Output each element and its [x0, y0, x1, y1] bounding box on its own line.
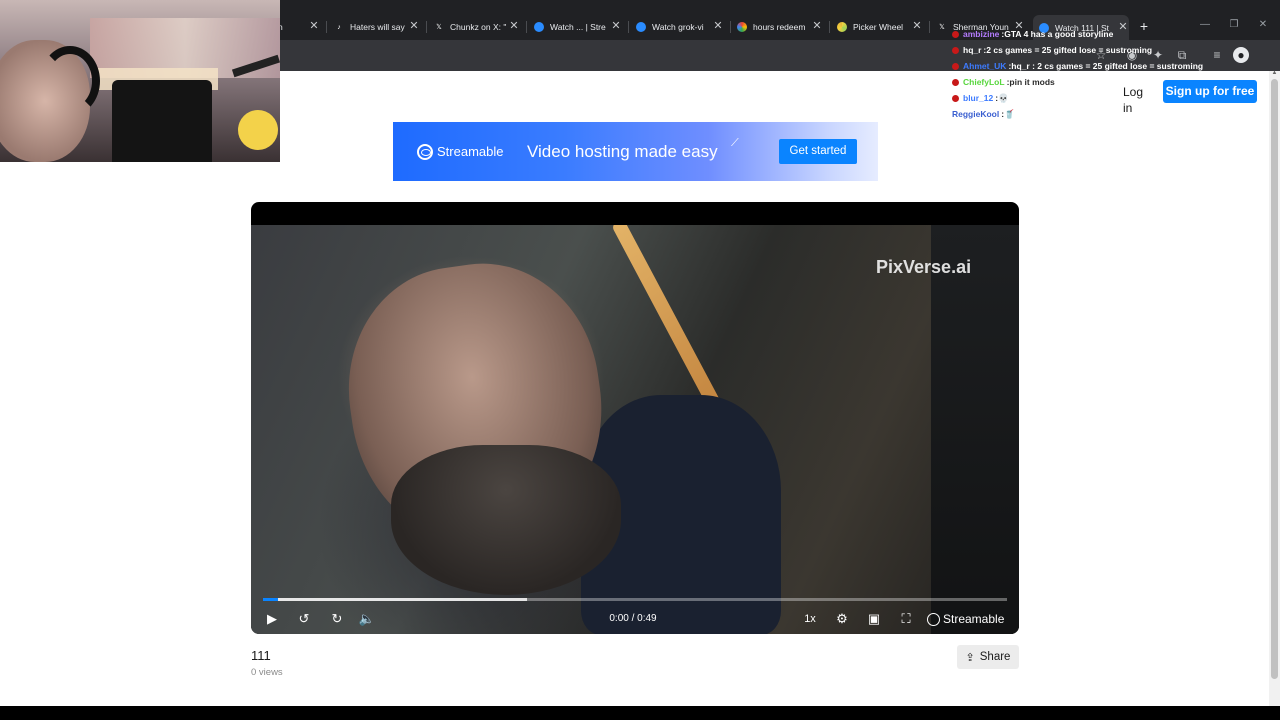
webcam-chair [112, 80, 212, 162]
colorful-icon [737, 22, 747, 32]
streamable-icon [636, 22, 646, 32]
profile-avatar-icon[interactable]: ● [1233, 47, 1249, 63]
chat-user: ReggieKool [952, 109, 1000, 119]
chat-user: blur_12 [963, 93, 994, 103]
player-brand-link[interactable]: Streamable [927, 610, 1004, 628]
wheel-icon [837, 22, 847, 32]
chat-text: hq_r : 2 cs games = 25 gifted lose = sus… [1011, 61, 1204, 71]
chat-text: 💀 [998, 92, 1009, 103]
chat-user: ChiefyLoL [963, 77, 1005, 87]
tab-separator [628, 21, 629, 33]
webcam-overlay [0, 0, 280, 162]
chat-text: 🥤 [1004, 108, 1015, 119]
player-brand-text: Streamable [943, 612, 1005, 626]
chat-badge-icon [952, 94, 959, 102]
time-display: 0:00 / 0:49 [609, 613, 657, 624]
close-icon[interactable]: ✕ [508, 20, 520, 32]
maximize-icon[interactable]: ❐ [1227, 18, 1241, 32]
picture-in-picture-icon[interactable]: ▣ [865, 610, 883, 628]
chat-badge-icon [952, 78, 959, 86]
close-icon[interactable]: ✕ [712, 20, 724, 32]
video-player[interactable]: PixVerse.ai ▶ ↺ ↻ 🔈 0:00 / 0:49 1x ⚙ ▣ ⛶… [251, 202, 1019, 634]
scroll-up-arrow-icon[interactable]: ▲ [1271, 70, 1278, 76]
progress-bar[interactable] [263, 598, 1007, 601]
tab-separator [426, 21, 427, 33]
chat-message: Ahmet_UK : hq_r : 2 cs games = 25 gifted… [952, 59, 1203, 73]
close-icon[interactable]: ✕ [811, 20, 823, 32]
close-icon[interactable]: ✕ [408, 20, 420, 32]
close-icon[interactable]: ✕ [308, 20, 320, 32]
x-icon: 𝕏 [939, 24, 945, 31]
window-close-icon[interactable]: ✕ [1256, 18, 1270, 32]
promo-banner[interactable]: Streamable Video hosting made easy ⟋ Get… [393, 122, 878, 181]
volume-icon[interactable]: 🔈 [358, 610, 376, 628]
rewind-10-icon[interactable]: ↺ [295, 610, 313, 628]
webcam-headphones [40, 46, 100, 116]
browser-tab[interactable]: ♪ Haters will say ✕ [334, 16, 420, 38]
browser-tab[interactable]: Watch grok-vi ✕ [636, 16, 724, 38]
fullscreen-icon[interactable]: ⛶ [897, 610, 915, 628]
tab-separator [326, 21, 327, 33]
playback-speed-button[interactable]: 1x [803, 612, 817, 626]
streamable-logo-icon [417, 144, 433, 160]
get-started-button[interactable]: Get started [779, 139, 857, 164]
chat-message: hq_r : 2 cs games = 25 gifted lose = sus… [952, 43, 1152, 57]
chat-text: pin it mods [1009, 77, 1055, 87]
webcam-plush-toy [238, 110, 278, 150]
screen: n ✕ ♪ Haters will say ✕ 𝕏 Chunkz on X: "… [0, 0, 1280, 720]
banner-logo-text: Streamable [437, 144, 504, 159]
share-label: Share [979, 651, 1011, 663]
tab-separator [929, 21, 930, 33]
video-subject-beard [391, 445, 621, 595]
stream-chat-overlay: ambizine : GTA 4 has a good storyline hq… [952, 27, 1222, 122]
video-title: 111 [251, 648, 271, 663]
close-icon[interactable]: ✕ [911, 20, 923, 32]
sparkle-icon: ⟋ [731, 137, 739, 149]
banner-tagline: Video hosting made easy [527, 142, 718, 161]
x-icon: 𝕏 [436, 24, 442, 31]
tab-separator [526, 21, 527, 33]
video-background-panel [931, 225, 1019, 634]
progress-played [263, 598, 278, 601]
chat-message: ambizine : GTA 4 has a good storyline [952, 27, 1113, 41]
chat-badge-icon [952, 46, 959, 54]
close-icon[interactable]: ✕ [610, 20, 622, 32]
browser-tab[interactable]: hours redeem ✕ [737, 16, 823, 38]
share-button[interactable]: ⇪ Share [957, 645, 1019, 669]
chat-message: blur_12 : 💀 [952, 91, 1009, 105]
chat-message: ChiefyLoL : pin it mods [952, 75, 1055, 89]
chat-text: 2 cs games = 25 gifted lose = sustroming [986, 45, 1153, 55]
streamable-icon [534, 22, 544, 32]
progress-buffered [263, 598, 527, 601]
chat-user: hq_r [963, 45, 982, 55]
tiktok-icon: ♪ [337, 23, 341, 31]
tab-separator [730, 21, 731, 33]
chat-message: ReggieKool : 🥤 [952, 107, 1015, 121]
browser-tab[interactable]: n ✕ [278, 16, 320, 38]
video-views: 0 views [251, 667, 283, 678]
forward-10-icon[interactable]: ↻ [328, 610, 346, 628]
chat-badge-icon [952, 62, 959, 70]
browser-tab[interactable]: Picker Wheel ✕ [837, 16, 923, 38]
chat-text: GTA 4 has a good storyline [1004, 29, 1114, 39]
page-scrollbar[interactable]: ▲ [1269, 70, 1280, 706]
share-icon: ⇪ [965, 651, 975, 664]
scrollbar-thumb[interactable] [1271, 79, 1278, 679]
browser-tab[interactable]: Watch ... | Stre ✕ [534, 16, 622, 38]
settings-gear-icon[interactable]: ⚙ [833, 610, 851, 628]
chat-user: Ahmet_UK [963, 61, 1007, 71]
tab-separator [829, 21, 830, 33]
browser-tab[interactable]: 𝕏 Chunkz on X: " ✕ [434, 16, 520, 38]
bottom-edge [0, 706, 1280, 720]
video-frame[interactable]: PixVerse.ai [251, 225, 1019, 634]
chat-badge-icon [952, 30, 959, 38]
chat-user: ambizine [963, 29, 1000, 39]
play-icon[interactable]: ▶ [263, 610, 281, 628]
streamable-logo-icon [927, 612, 940, 626]
video-watermark: PixVerse.ai [876, 257, 972, 277]
